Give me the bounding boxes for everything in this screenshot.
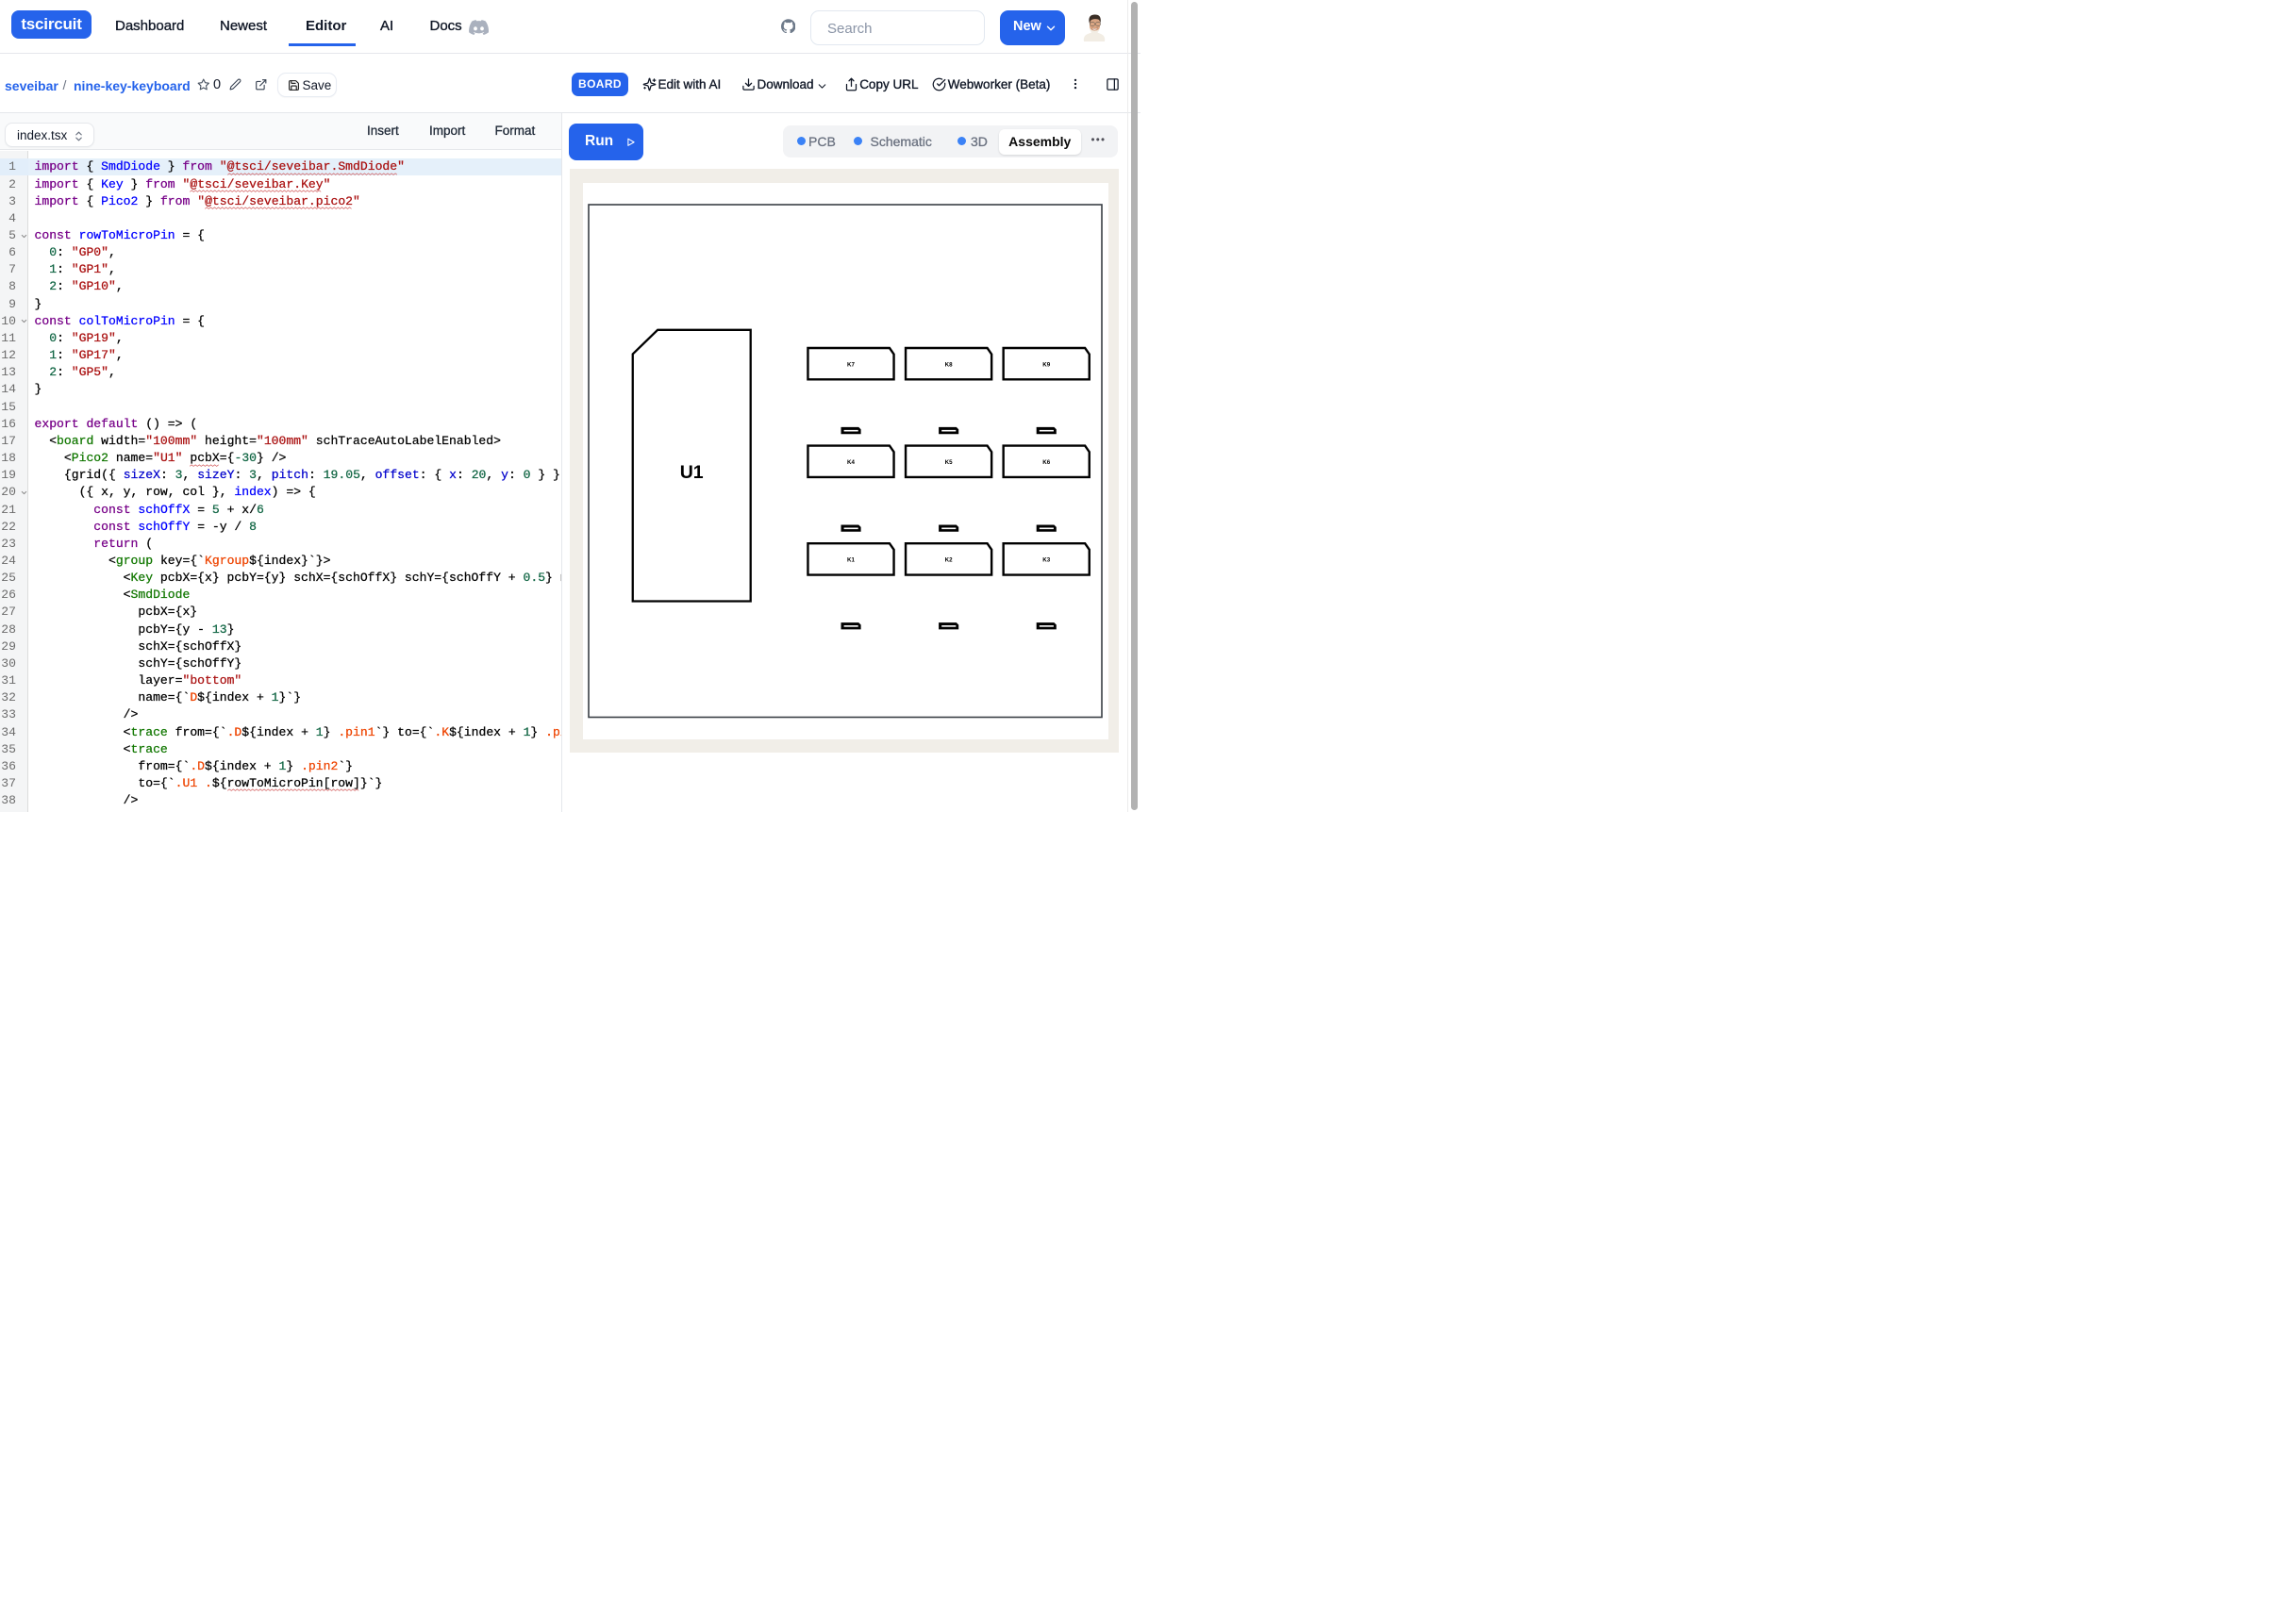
svg-text:K5: K5	[945, 458, 953, 465]
svg-text:K7: K7	[847, 361, 855, 368]
svg-text:K6: K6	[1042, 458, 1050, 465]
svg-text:K9: K9	[1042, 361, 1050, 368]
svg-text:K8: K8	[945, 361, 953, 368]
svg-text:K1: K1	[847, 556, 855, 563]
svg-text:K2: K2	[945, 556, 953, 563]
svg-text:U1: U1	[680, 462, 704, 483]
svg-text:K4: K4	[847, 458, 855, 465]
svg-text:K3: K3	[1042, 556, 1050, 563]
